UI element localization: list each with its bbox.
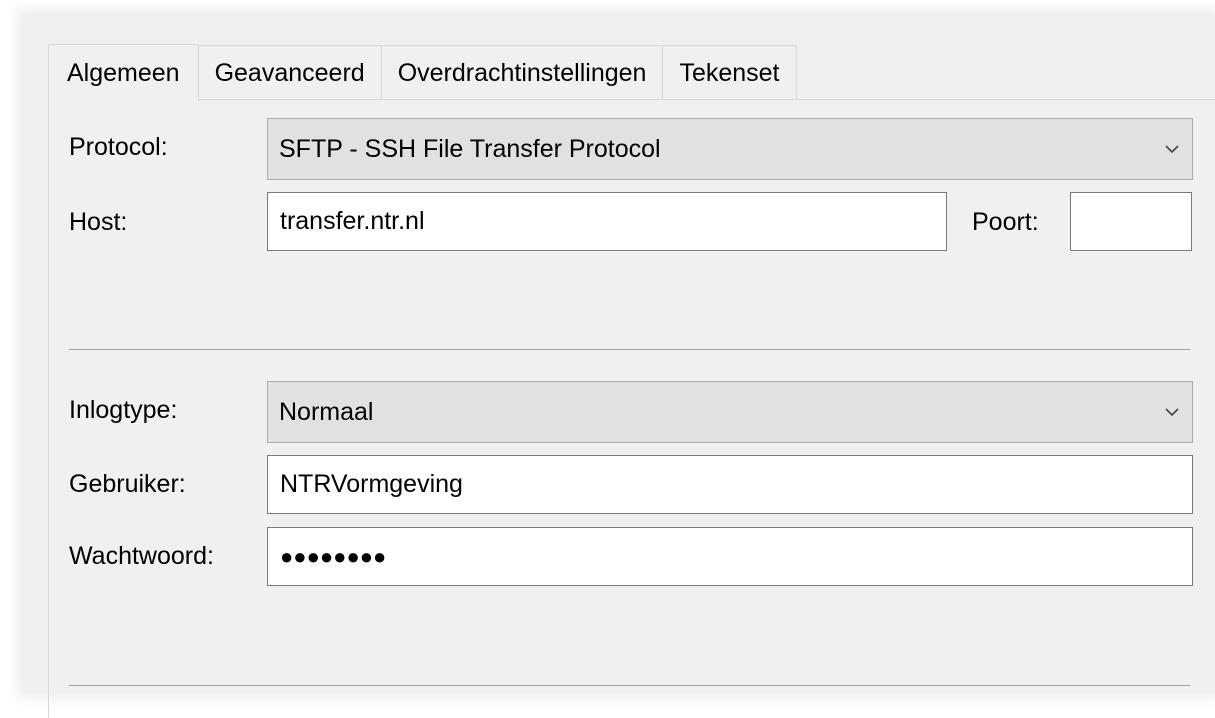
host-input[interactable]: transfer.ntr.nl xyxy=(267,192,947,251)
port-input[interactable] xyxy=(1070,192,1192,251)
logintype-select-value: Normaal xyxy=(279,397,374,426)
logintype-select[interactable]: Normaal xyxy=(267,381,1193,443)
password-input[interactable]: ●●●●●●●● xyxy=(267,527,1193,586)
user-label: Gebruiker: xyxy=(69,470,186,498)
logintype-label: Inlogtype: xyxy=(69,396,178,424)
host-label: Host: xyxy=(69,208,128,236)
chevron-down-icon xyxy=(1165,145,1179,154)
chevron-down-icon xyxy=(1165,408,1179,417)
protocol-select-value: SFTP - SSH File Transfer Protocol xyxy=(279,134,661,163)
tab-algemeen[interactable]: Algemeen xyxy=(48,44,199,101)
tab-bar: Algemeen Geavanceerd Overdrachtinstellin… xyxy=(48,44,797,101)
password-label: Wachtwoord: xyxy=(69,542,214,570)
user-input[interactable]: NTRVormgeving xyxy=(267,455,1193,514)
separator xyxy=(69,349,1190,350)
protocol-select[interactable]: SFTP - SSH File Transfer Protocol xyxy=(267,118,1193,180)
protocol-label: Protocol: xyxy=(69,133,168,161)
tab-geavanceerd[interactable]: Geavanceerd xyxy=(198,45,382,100)
tab-overdrachtinstellingen[interactable]: Overdrachtinstellingen xyxy=(381,45,664,100)
port-label: Poort: xyxy=(972,208,1039,236)
separator xyxy=(69,685,1190,686)
tab-tekenset[interactable]: Tekenset xyxy=(663,45,797,100)
